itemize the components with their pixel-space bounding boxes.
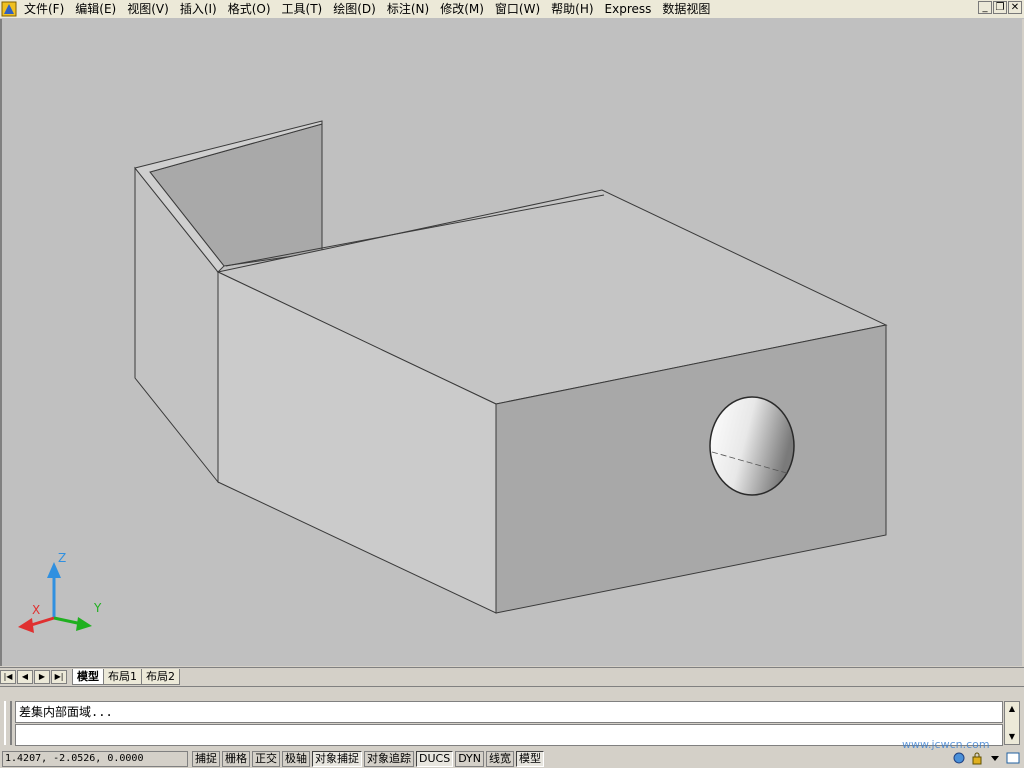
model-canvas (18, 120, 888, 633)
scroll-up-icon[interactable]: ▲ (1005, 702, 1019, 716)
drawing-viewport[interactable]: Z X Y (0, 19, 1022, 666)
menu-draw[interactable]: 绘图(D) (327, 0, 381, 18)
menu-insert[interactable]: 插入(I) (174, 0, 222, 18)
toggle-osnap[interactable]: 对象捕捉 (312, 751, 362, 767)
menu-format[interactable]: 格式(O) (222, 0, 276, 18)
clean-screen-icon[interactable] (1006, 751, 1020, 765)
layout-tab-bar: |◀ ◀ ▶ ▶| 模型 布局1 布局2 (0, 667, 1024, 685)
command-history: 差集内部面域... (15, 701, 1003, 723)
ucs-icon (18, 562, 92, 633)
ucs-x-label: X (32, 603, 41, 617)
lock-icon[interactable] (970, 751, 984, 765)
menu-express[interactable]: Express (599, 0, 657, 18)
toggle-grid[interactable]: 栅格 (222, 751, 250, 767)
command-window-grip[interactable] (4, 701, 12, 745)
menu-window[interactable]: 窗口(W) (489, 0, 545, 18)
close-button[interactable]: ✕ (1008, 1, 1022, 14)
menu-edit[interactable]: 编辑(E) (69, 0, 121, 18)
minimize-button[interactable]: _ (978, 1, 992, 14)
status-bar: 1.4207, -2.0526, 0.0000 捕捉 栅格 正交 极轴 对象捕捉… (0, 750, 1024, 768)
prev-tab-button[interactable]: ◀ (17, 669, 33, 684)
toggle-polar[interactable]: 极轴 (282, 751, 310, 767)
tab-layout2[interactable]: 布局2 (141, 668, 180, 685)
toggle-ducs[interactable]: DUCS (416, 751, 454, 767)
menu-data-view[interactable]: 数据视图 (656, 0, 715, 18)
toggle-snap[interactable]: 捕捉 (192, 751, 220, 767)
menu-file[interactable]: 文件(F) (18, 0, 69, 18)
dropdown-arrow-icon[interactable] (988, 751, 1002, 765)
command-input[interactable] (15, 724, 1003, 746)
scroll-down-icon[interactable]: ▼ (1005, 730, 1019, 744)
toggle-lineweight[interactable]: 线宽 (486, 751, 515, 767)
menu-dimension[interactable]: 标注(N) (381, 0, 434, 18)
communication-center-icon[interactable] (952, 751, 966, 765)
status-tray (952, 751, 1020, 765)
autocad-app-icon[interactable] (0, 0, 18, 18)
tab-model[interactable]: 模型 (72, 668, 104, 685)
command-window: 差集内部面域... ▲ ▼ (0, 686, 1024, 749)
toggle-otrack[interactable]: 对象追踪 (364, 751, 414, 767)
restore-button[interactable]: ❐ (993, 1, 1007, 14)
menu-modify[interactable]: 修改(M) (434, 0, 489, 18)
toggle-dyn[interactable]: DYN (455, 751, 485, 767)
ucs-y-label: Y (94, 601, 102, 615)
menu-help[interactable]: 帮助(H) (545, 0, 598, 18)
menu-bar: 文件(F) 编辑(E) 视图(V) 插入(I) 格式(O) 工具(T) 绘图(D… (0, 0, 1024, 19)
ucs-z-label: Z (58, 551, 67, 565)
drafting-toggles: 捕捉 栅格 正交 极轴 对象捕捉 对象追踪 DUCS DYN 线宽 模型 (192, 751, 546, 767)
tab-layout1[interactable]: 布局1 (103, 668, 142, 685)
last-tab-button[interactable]: ▶| (51, 669, 67, 684)
menu-items: 文件(F) 编辑(E) 视图(V) 插入(I) 格式(O) 工具(T) 绘图(D… (18, 0, 715, 18)
menu-tools[interactable]: 工具(T) (276, 0, 328, 18)
watermark: www.jcwcn.com (902, 738, 990, 751)
toggle-model[interactable]: 模型 (516, 751, 545, 767)
toggle-ortho[interactable]: 正交 (252, 751, 280, 767)
coordinate-readout[interactable]: 1.4207, -2.0526, 0.0000 (2, 751, 188, 767)
menu-view[interactable]: 视图(V) (121, 0, 174, 18)
first-tab-button[interactable]: |◀ (0, 669, 16, 684)
command-scrollbar[interactable]: ▲ ▼ (1004, 701, 1020, 745)
hole-circle (709, 396, 795, 496)
window-controls: _ ❐ ✕ (978, 1, 1022, 14)
next-tab-button[interactable]: ▶ (34, 669, 50, 684)
